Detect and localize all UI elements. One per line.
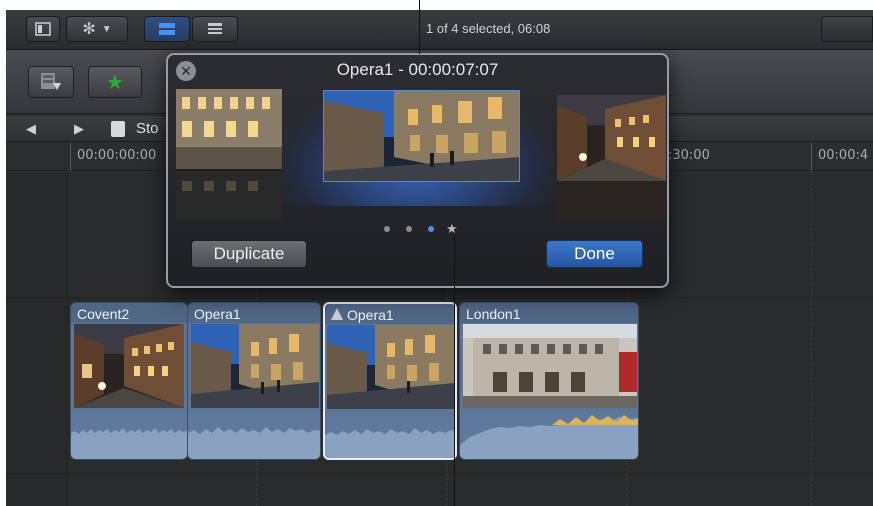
top-toolbar: ✻ ▼ 1 of 4 selected, 06:08 <box>6 10 873 50</box>
track-divider <box>6 474 873 475</box>
sidebar-toggle-icon <box>35 22 51 36</box>
audition-thumbnail-center[interactable] <box>323 90 520 182</box>
audio-waveform <box>460 415 638 459</box>
timecode-label: 00:00:4 <box>818 148 869 163</box>
callout-line <box>454 236 455 506</box>
track-divider <box>6 298 873 299</box>
callout-line <box>419 0 420 54</box>
clip-name: Opera1 <box>194 306 241 322</box>
timecode-label: 00:00:00:00 <box>77 148 157 163</box>
timeline-clip[interactable]: London1 <box>459 302 639 460</box>
clip-thumbnail <box>74 324 184 408</box>
sidebar-toggle-button[interactable] <box>26 16 60 42</box>
done-button[interactable]: Done <box>546 240 643 268</box>
clip-thumbnail <box>191 324 319 408</box>
page-dot-active[interactable] <box>428 226 434 232</box>
clip-name: Opera1 <box>347 307 394 323</box>
pick-star-icon[interactable]: ★ <box>446 221 458 237</box>
app-window: ✻ ▼ 1 of 4 selected, 06:08 ★ ◀ ▶ Sto 00:… <box>6 10 873 506</box>
filmstrip-view-icon <box>159 23 175 35</box>
page-dot[interactable] <box>384 226 390 232</box>
audition-popover: ✕ Opera1 - 00:00:07:07 ★ Duplicate Done <box>166 53 669 288</box>
audition-thumbnail-left[interactable] <box>176 89 282 219</box>
zoom-slider[interactable] <box>821 16 873 42</box>
clip-thumbnail <box>327 325 454 409</box>
back-arrow[interactable]: ◀ <box>26 121 36 137</box>
timeline-clip-selected[interactable]: Opera1 <box>323 302 457 460</box>
ruler-tick <box>70 143 71 171</box>
duplicate-button[interactable]: Duplicate <box>191 240 307 268</box>
gear-icon: ✻ <box>82 21 96 38</box>
audio-waveform <box>188 415 320 459</box>
clip-thumbnail <box>463 324 637 408</box>
timeline-gutter <box>6 172 68 506</box>
timeline-clip[interactable]: Opera1 <box>187 302 321 460</box>
pagination-dots: ★ <box>168 221 667 237</box>
audio-waveform <box>325 416 455 458</box>
clip-connection-icon <box>331 308 343 320</box>
selection-status: 1 of 4 selected, 06:08 <box>426 21 551 36</box>
list-view-icon <box>208 23 222 34</box>
settings-menu-button[interactable]: ✻ ▼ <box>66 16 128 42</box>
star-icon: ★ <box>106 71 124 94</box>
audition-thumbnail-right[interactable] <box>557 95 666 221</box>
audio-waveform <box>71 415 187 459</box>
filmstrip-view-button[interactable] <box>144 16 190 42</box>
chevron-down-icon: ▼ <box>101 23 112 35</box>
import-button[interactable] <box>28 66 74 98</box>
page-dot[interactable] <box>406 226 412 232</box>
import-icon <box>41 73 61 90</box>
timecode-label: :30:00 <box>668 148 710 163</box>
forward-arrow[interactable]: ▶ <box>74 121 84 137</box>
grid-line <box>811 172 812 506</box>
project-icon <box>111 121 125 137</box>
breadcrumb-title[interactable]: Sto <box>136 120 159 137</box>
ruler-tick <box>811 143 812 171</box>
popover-title: Opera1 - 00:00:07:07 <box>336 60 499 79</box>
timeline-clip[interactable]: Covent2 <box>70 302 188 460</box>
clip-name: London1 <box>466 306 521 322</box>
clip-name: Covent2 <box>77 306 130 322</box>
list-view-button[interactable] <box>192 16 238 42</box>
favorite-button[interactable]: ★ <box>88 66 142 98</box>
